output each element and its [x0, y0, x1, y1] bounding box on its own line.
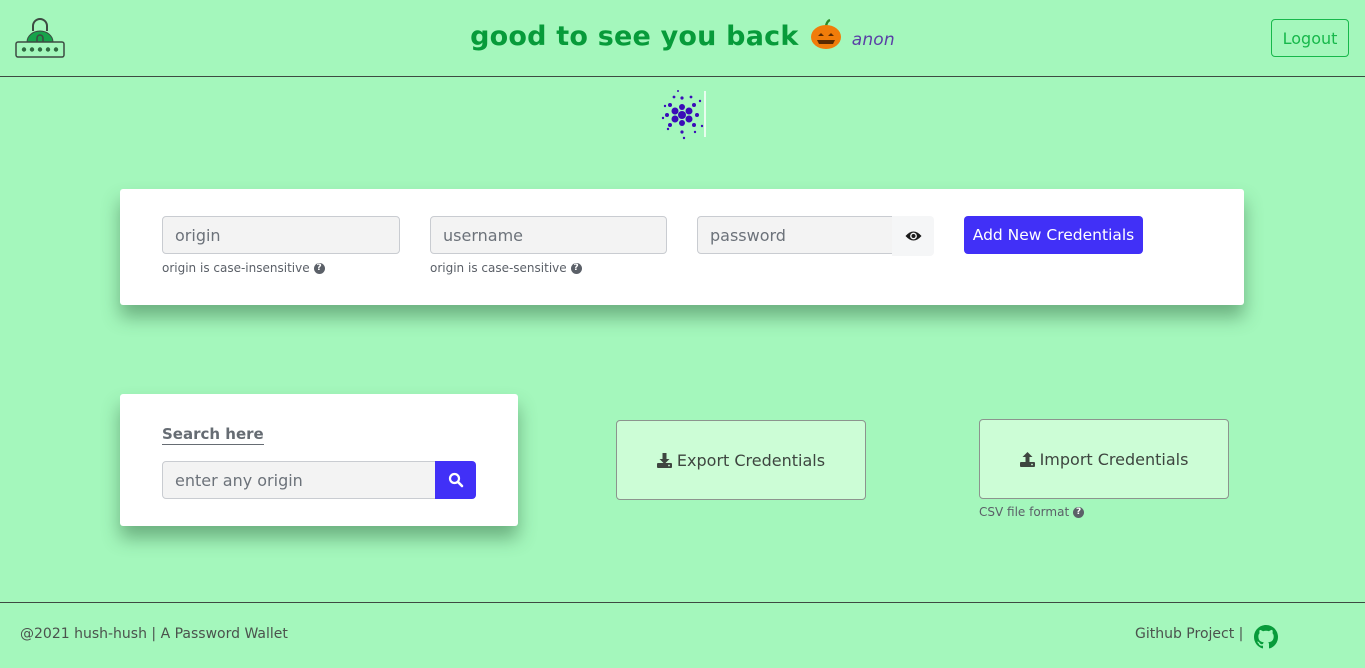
username-field-group: username origin is case-sensitive ? — [430, 216, 667, 275]
question-circle-icon[interactable]: ? — [570, 262, 582, 274]
origin-field-group: origin origin is case-insensitive ? — [162, 216, 400, 275]
footer: @2021 hush-hush | A Password Wallet Gith… — [0, 602, 1365, 668]
greeting-text: good to see you back — [470, 21, 799, 52]
github-icon[interactable] — [1254, 625, 1278, 649]
add-credentials-card: origin origin is case-insensitive ? user… — [120, 189, 1244, 305]
github-project-link[interactable]: Github Project | — [1135, 626, 1243, 642]
export-label: Export Credentials — [676, 450, 826, 470]
add-credentials-button[interactable]: Add New Credentials — [964, 216, 1143, 254]
password-input[interactable]: password — [697, 216, 893, 254]
username-input[interactable]: username — [430, 216, 667, 254]
search-input[interactable]: enter any origin — [162, 461, 436, 499]
toggle-password-visibility-button[interactable] — [892, 216, 934, 256]
import-credentials-button[interactable]: Import Credentials — [979, 419, 1229, 499]
pumpkin-icon — [811, 18, 842, 49]
search-label: Search here — [162, 425, 264, 445]
origin-input[interactable]: origin — [162, 216, 400, 254]
origin-hint: origin is case-insensitive ? — [162, 261, 400, 275]
eye-icon — [905, 231, 921, 241]
upload-icon — [1019, 451, 1035, 467]
username-label: anon — [851, 30, 895, 50]
export-credentials-button[interactable]: Export Credentials — [616, 420, 866, 500]
search-icon — [448, 472, 463, 488]
question-circle-icon[interactable]: ? — [313, 262, 325, 274]
search-card: Search here enter any origin — [120, 394, 518, 526]
password-field-group: password — [697, 216, 893, 254]
username-hint: origin is case-sensitive ? — [430, 261, 667, 275]
csv-format-hint: CSV file format ? — [979, 505, 1085, 519]
username-hint-text: origin is case-sensitive — [430, 261, 567, 275]
copyright-text: @2021 hush-hush | A Password Wallet — [20, 626, 288, 642]
search-button[interactable] — [435, 461, 476, 499]
import-label: Import Credentials — [1039, 449, 1189, 469]
question-circle-icon[interactable]: ? — [1073, 506, 1085, 518]
header: good to see you back anon Logout — [0, 0, 1365, 77]
download-icon — [656, 452, 672, 468]
logout-button[interactable]: Logout — [1271, 19, 1349, 57]
csv-hint-text: CSV file format — [979, 505, 1070, 519]
dots-spinner-icon — [661, 90, 706, 140]
origin-hint-text: origin is case-insensitive — [162, 261, 310, 275]
greeting-heading: good to see you back anon — [0, 18, 1365, 52]
